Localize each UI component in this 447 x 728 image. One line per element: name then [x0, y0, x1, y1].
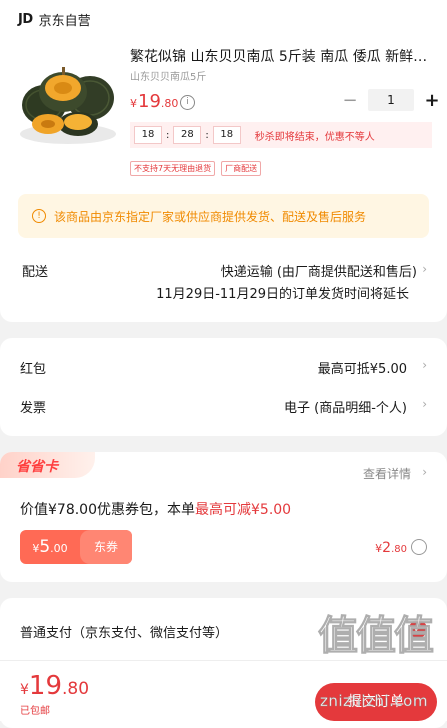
- flash-sale-countdown: 18 : 28 : 18 秒杀即将结束，优惠不等人: [130, 122, 432, 148]
- countdown-seconds: 18: [212, 126, 241, 144]
- coupon-currency: ¥: [32, 542, 40, 555]
- shipping-date-note: 11月29日-11月29日的订单发货时间将延长: [156, 287, 409, 302]
- product-card: JD 京东自营 繁花似锦 山东贝贝南瓜 5斤装 南瓜 倭瓜 新鲜蔬菜 山东贝贝南…: [0, 0, 447, 322]
- coupon-type: 东券: [80, 530, 132, 564]
- tag-no-return: 不支持7天无理由退货: [130, 161, 216, 176]
- saver-card-radio[interactable]: [411, 539, 427, 555]
- vendor-notice: ! 该商品由京东指定厂家或供应商提供发货、配送及售后服务: [18, 194, 429, 238]
- watermark: 值值值 znizhizhi.com: [318, 612, 447, 720]
- chevron-right-icon[interactable]: ›: [422, 465, 427, 479]
- saver-badge-label: 省省卡: [16, 459, 58, 475]
- decrease-button[interactable]: −: [340, 90, 360, 111]
- total-decimal: .80: [62, 679, 90, 699]
- store-name: 京东自营: [38, 14, 91, 29]
- price-integer: 19: [138, 91, 161, 112]
- product-title[interactable]: 繁花似锦 山东贝贝南瓜 5斤装 南瓜 倭瓜 新鲜蔬菜: [130, 46, 430, 66]
- chevron-right-icon[interactable]: ›: [422, 262, 427, 276]
- saver-title-highlight: 最高可减¥5.00: [195, 502, 292, 518]
- product-image[interactable]: [18, 50, 118, 146]
- increase-button[interactable]: +: [422, 90, 442, 111]
- coupon-integer: 5: [39, 537, 51, 557]
- quantity-stepper: − 1 +: [340, 89, 442, 111]
- saver-title: 价值¥78.00优惠券包，本单 最高可减¥5.00: [20, 499, 291, 519]
- saver-price-currency: ¥: [375, 542, 383, 555]
- saver-title-prefix: 价值¥78.00优惠券包，本单: [20, 502, 195, 518]
- shipping-method[interactable]: 快递运输 (由厂商提供配送和售后): [221, 261, 417, 280]
- store-header[interactable]: JD 京东自营: [18, 10, 91, 29]
- invoice-value[interactable]: 电子 (商品明细-个人): [284, 397, 407, 416]
- saver-price-integer: 2: [382, 540, 392, 556]
- coupon-decimal: .00: [50, 542, 68, 555]
- chevron-right-icon[interactable]: ›: [422, 397, 427, 411]
- product-price: ¥ 19 .80: [130, 91, 178, 112]
- countdown-text: 秒杀即将结束，优惠不等人: [254, 131, 375, 143]
- price-decimal: .80: [160, 97, 179, 110]
- total-currency: ¥: [20, 682, 29, 698]
- countdown-hours: 18: [134, 126, 162, 144]
- shipping-label: 配送: [22, 265, 49, 280]
- saver-card-price: ¥ 2 .80: [375, 540, 407, 556]
- watermark-url: znizhizhi.com: [320, 692, 428, 711]
- product-spec: 山东贝贝南瓜5斤: [130, 72, 207, 83]
- quantity-value[interactable]: 1: [368, 89, 414, 111]
- coupon-ticket[interactable]: ¥ 5 .00 东券: [20, 530, 132, 564]
- saver-price-decimal: .80: [391, 544, 407, 555]
- saver-card: 省省卡 查看详情 › 价值¥78.00优惠券包，本单 最高可减¥5.00 ¥ 5…: [0, 452, 447, 582]
- red-packet-label: 红包: [20, 362, 47, 377]
- warning-icon: !: [32, 209, 46, 223]
- notice-text: 该商品由京东指定厂家或供应商提供发货、配送及售后服务: [54, 209, 367, 224]
- info-icon[interactable]: i: [180, 95, 195, 110]
- countdown-colon: :: [166, 129, 170, 141]
- chevron-right-icon[interactable]: ›: [422, 358, 427, 372]
- free-shipping-label: 已包邮: [20, 706, 50, 717]
- countdown-colon: :: [205, 129, 209, 141]
- countdown-minutes: 28: [173, 126, 202, 144]
- jd-logo: JD: [18, 12, 33, 27]
- view-details-link[interactable]: 查看详情: [363, 465, 411, 482]
- tag-vendor-delivery: 厂商配送: [221, 161, 262, 176]
- options-card: 红包 最高可抵¥5.00 › 发票 电子 (商品明细-个人) ›: [0, 338, 447, 436]
- price-currency: ¥: [130, 97, 137, 110]
- red-packet-value[interactable]: 最高可抵¥5.00: [318, 358, 407, 377]
- invoice-label: 发票: [20, 401, 47, 416]
- total-integer: 19: [28, 671, 63, 701]
- payment-method-label[interactable]: 普通支付（京东支付、微信支付等）: [20, 622, 228, 641]
- service-tags: 不支持7天无理由退货 厂商配送: [130, 161, 262, 176]
- watermark-glyphs: 值值值: [318, 613, 435, 660]
- coupon-value: ¥ 5 .00: [20, 537, 80, 557]
- order-total: ¥ 19 .80: [20, 671, 89, 701]
